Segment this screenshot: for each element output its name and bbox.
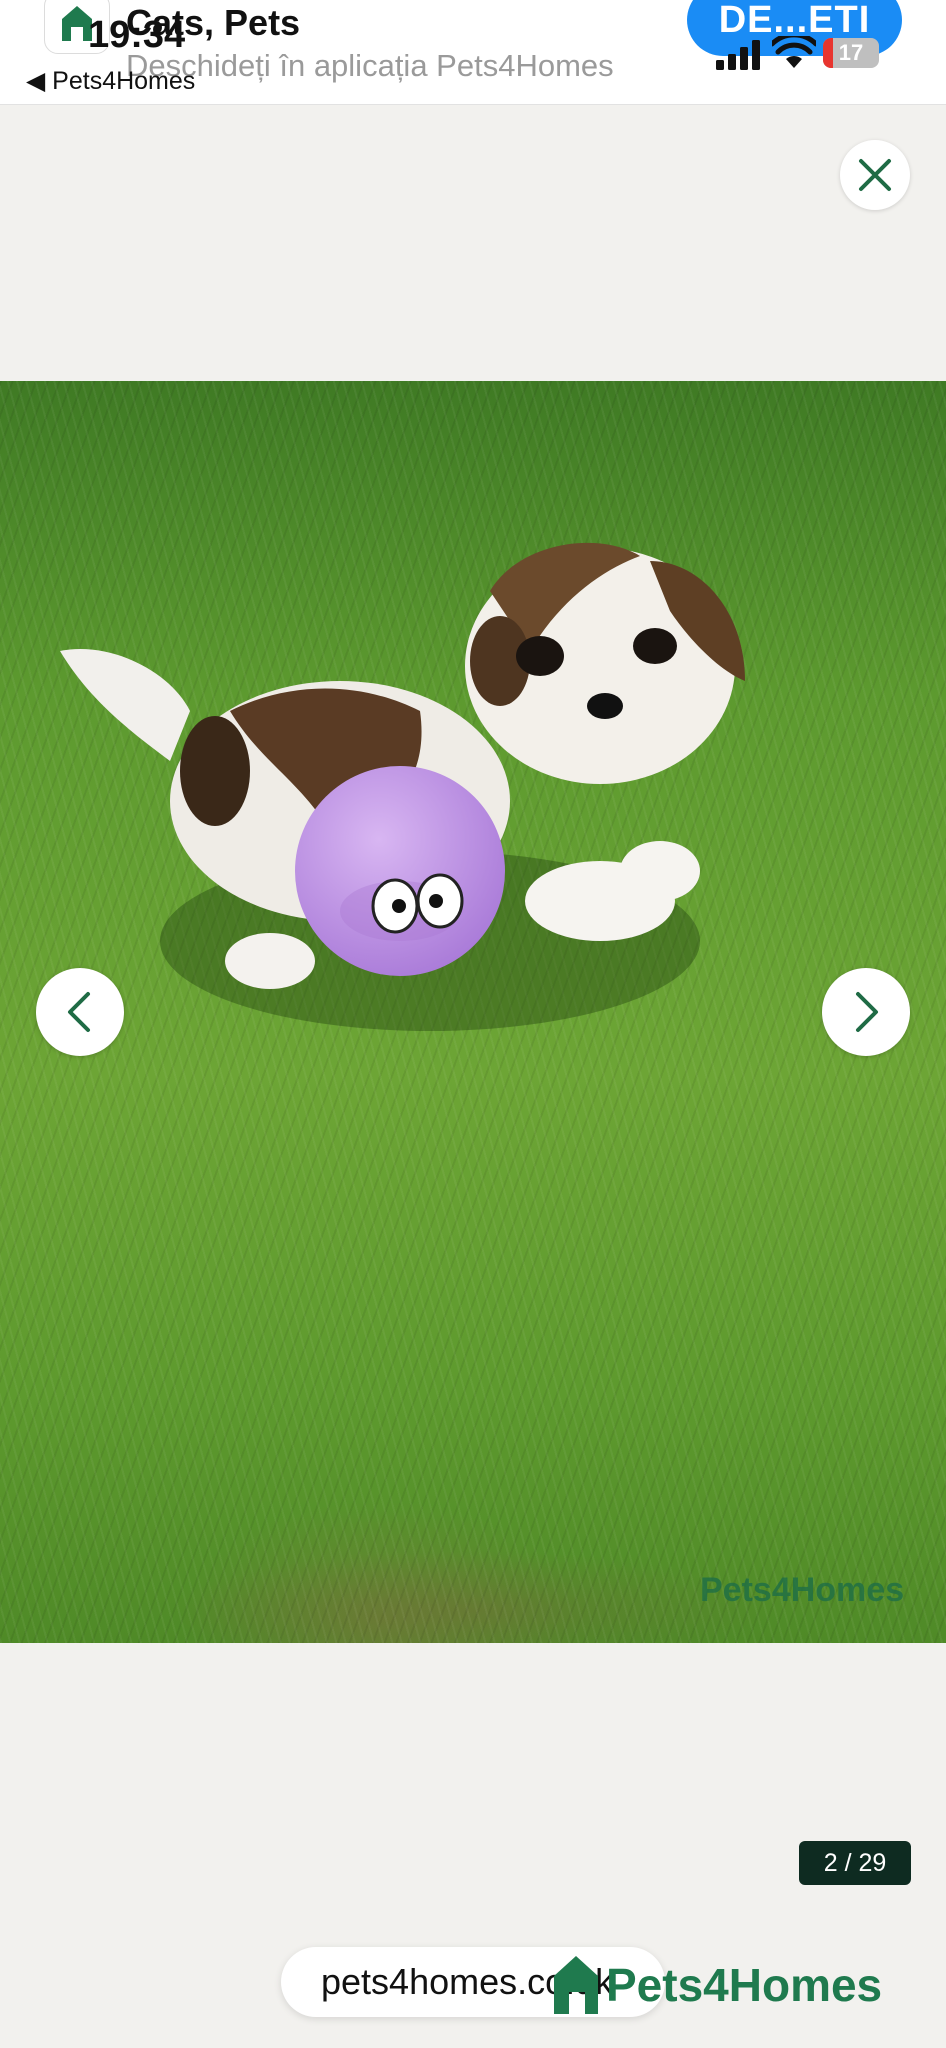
close-icon xyxy=(859,159,891,191)
brand-logo: Pets4Homes xyxy=(552,1950,882,2020)
house-logo-icon xyxy=(554,1956,598,2014)
wifi-icon xyxy=(772,36,816,68)
photo-counter: 2 / 29 xyxy=(799,1841,911,1885)
battery-level: 17 xyxy=(838,40,864,65)
status-time: 19:34 xyxy=(88,14,186,56)
close-gallery-button[interactable] xyxy=(840,140,910,210)
smart-app-banner: Cats, Pets Deschideți în aplicația Pets4… xyxy=(0,0,946,105)
status-icons: 17 xyxy=(716,34,886,74)
chevron-left-icon xyxy=(68,992,90,1032)
brand-name: Pets4Homes xyxy=(606,1959,883,2011)
gallery-photo: Pets4Homes xyxy=(0,381,946,1643)
battery-indicator: 17 xyxy=(823,38,879,68)
banner-subtitle: Deschideți în aplicația Pets4Homes xyxy=(126,48,614,83)
photo-watermark: Pets4Homes xyxy=(700,1571,905,1609)
back-to-app-link[interactable]: ◀ Pets4Homes xyxy=(26,66,195,96)
previous-photo-button[interactable] xyxy=(36,968,124,1056)
chevron-right-icon xyxy=(856,992,878,1032)
next-photo-button[interactable] xyxy=(822,968,910,1056)
signal-icon xyxy=(716,40,760,70)
puppy-illustration xyxy=(60,542,745,1031)
